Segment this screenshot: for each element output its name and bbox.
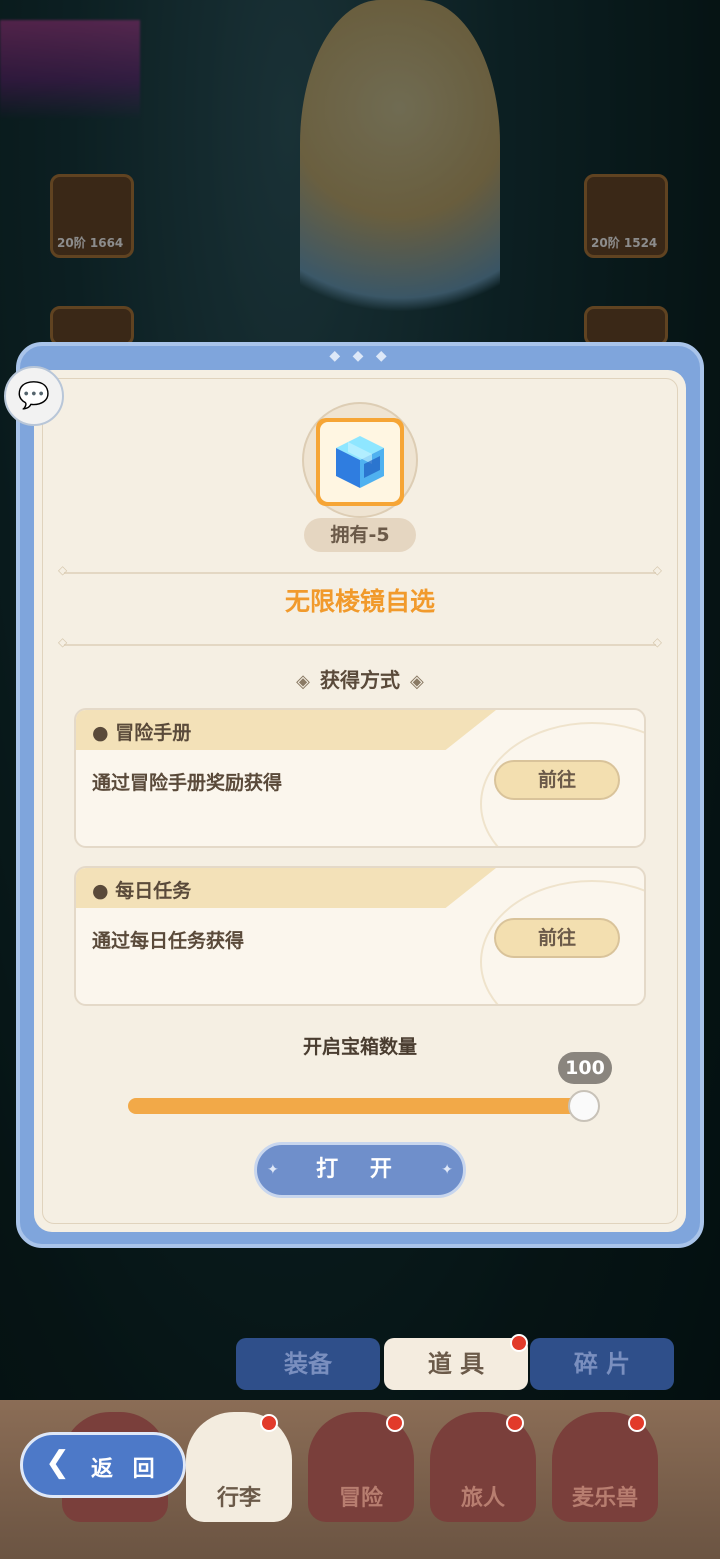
open-chest-button[interactable]: ✦ 打 开 ✦ [254, 1142, 466, 1198]
nav-label: 旅人 [460, 1486, 505, 1511]
diamond-icon: ◈ [410, 671, 424, 692]
source-name: 每日任务 [115, 880, 192, 902]
source-name: 冒险手册 [115, 722, 192, 744]
quantity-value-bubble: 100 [558, 1052, 612, 1084]
go-button[interactable]: 前往 [494, 760, 620, 800]
bulb-icon: ● [92, 880, 109, 902]
item-icon-frame [316, 418, 404, 506]
go-button[interactable]: 前往 [494, 918, 620, 958]
tab-items[interactable]: 道 具 [384, 1338, 528, 1390]
nav-label: 冒险 [338, 1486, 383, 1511]
notification-dot [628, 1414, 646, 1432]
diamond-icon: ◈ [296, 671, 310, 692]
sparkle-icon: ✦ [441, 1162, 453, 1178]
frame-ornament: ◆ ◆ ◆ [329, 348, 391, 364]
notification-dot [510, 1334, 528, 1352]
tab-fragments[interactable]: 碎 片 [530, 1338, 674, 1390]
quantity-slider-handle[interactable] [568, 1090, 600, 1122]
quantity-slider-track[interactable] [128, 1098, 592, 1114]
source-description: 通过每日任务获得 [92, 930, 245, 952]
notification-dot [386, 1414, 404, 1432]
inventory-tabs: 装备 道 具 碎 片 [236, 1334, 676, 1392]
sparkle-icon: ✦ [267, 1162, 279, 1178]
open-button-label: 打 开 [316, 1157, 404, 1182]
divider [58, 635, 662, 649]
open-quantity-label: 开启宝箱数量 [302, 1036, 417, 1058]
prism-cube-icon [336, 436, 384, 488]
acquire-section-title: 获得方式 [320, 668, 400, 692]
back-button[interactable]: ❮ 返 回 [20, 1432, 186, 1498]
card-header: ● 每日任务 [92, 876, 191, 903]
bulb-icon: ● [92, 722, 109, 744]
source-card-adventure-book: ● 冒险手册 通过冒险手册奖励获得 前往 [74, 708, 646, 848]
tab-equipment[interactable]: 装备 [236, 1338, 380, 1390]
notification-dot [260, 1414, 278, 1432]
owned-count-badge: 拥有-5 [304, 518, 416, 552]
divider [58, 563, 662, 577]
chat-bubbles-icon[interactable]: 💬 [4, 366, 64, 426]
acquire-section-header: ◈ 获得方式 ◈ [0, 664, 720, 693]
back-label: 返 回 [91, 1457, 161, 1482]
nav-label: 行李 [216, 1486, 261, 1511]
notification-dot [506, 1414, 524, 1432]
item-title: 无限棱镜自选 [284, 587, 435, 616]
source-description: 通过冒险手册奖励获得 [92, 772, 283, 794]
source-card-daily-task: ● 每日任务 通过每日任务获得 前往 [74, 866, 646, 1006]
card-header: ● 冒险手册 [92, 718, 191, 745]
back-arrow-icon: ❮ [45, 1445, 71, 1480]
nav-label: 麦乐兽 [571, 1486, 638, 1511]
